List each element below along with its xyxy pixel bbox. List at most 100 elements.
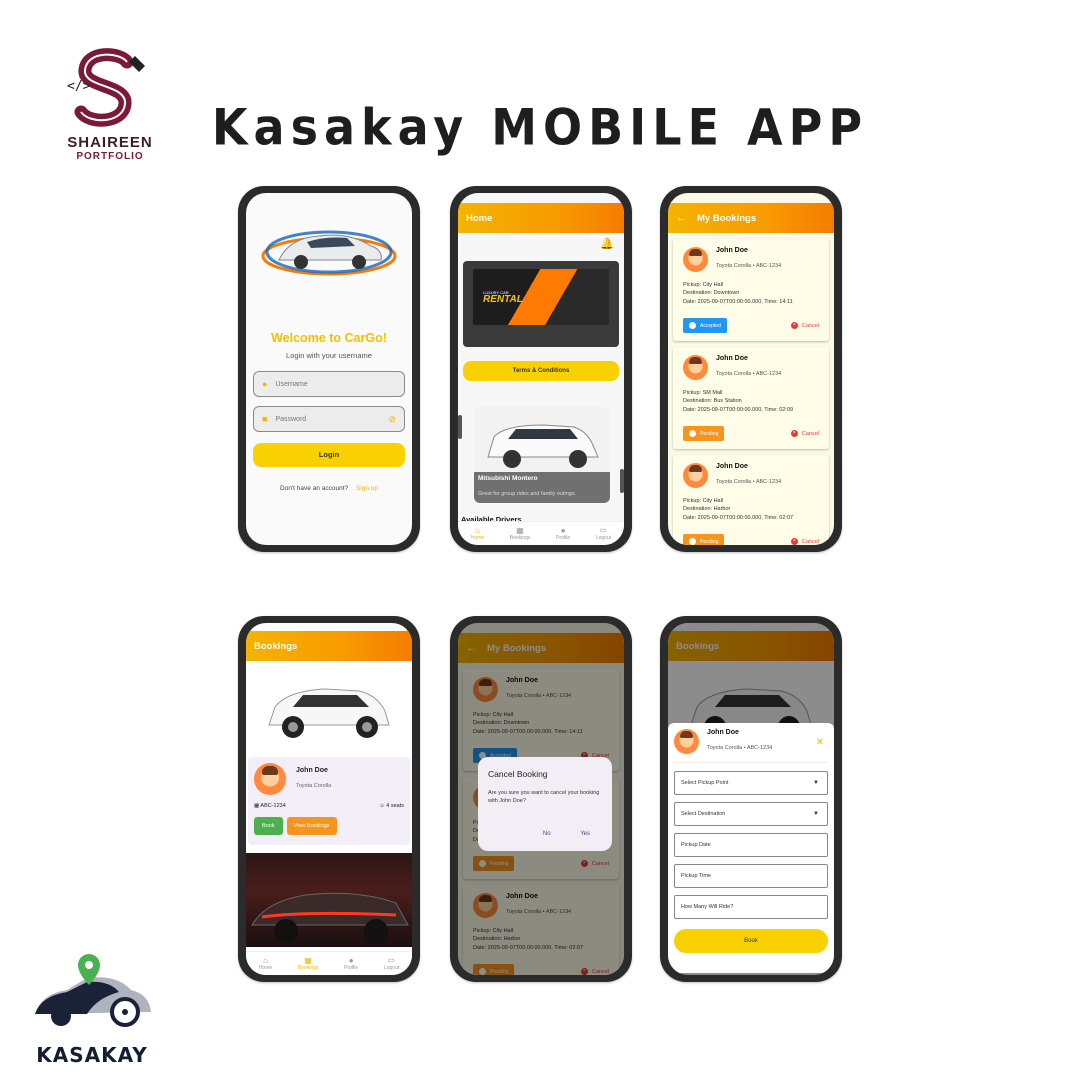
user-icon: ● xyxy=(262,379,268,389)
book-button[interactable]: Book xyxy=(254,817,283,835)
nav-bookings[interactable]: ▦ Bookings xyxy=(298,956,319,972)
nav-logout-label: Logout xyxy=(383,965,400,972)
nav-bookings-label: Bookings xyxy=(297,965,319,972)
cancel-label: Cancel xyxy=(801,538,819,545)
phone-my-bookings: ← My Bookings John Doe Toyota Corolla • A… xyxy=(660,186,842,552)
destination-select[interactable]: Select Destination ▼ xyxy=(674,802,828,826)
status-badge: Accepted xyxy=(683,318,727,333)
riders-label: How Many Will Ride? xyxy=(681,904,734,910)
bottom-nav: ⌂ Home ▦ Bookings ● Profile ⇰ Logout xyxy=(246,951,412,975)
chevron-down-icon: ▼ xyxy=(813,811,819,817)
nav-profile[interactable]: ● Profile xyxy=(556,526,570,542)
nav-logout[interactable]: ⇰ Logout xyxy=(384,956,399,972)
avatar xyxy=(683,247,708,272)
kasakay-logo: KASAKAY xyxy=(22,950,162,1067)
app-bar: Home xyxy=(458,203,624,233)
logout-icon: ⇰ xyxy=(388,955,395,965)
dialog-no-button[interactable]: No xyxy=(543,831,551,837)
car-info: Toyota Corolla • ABC-1234 xyxy=(707,745,773,751)
car-card[interactable]: Mitsubishi Montero Great for group rides… xyxy=(474,407,610,503)
nav-bookings-label: Bookings xyxy=(509,535,531,542)
driver-card: John Doe Toyota Corolla ▦ ABC-1234 ☺ 4 se… xyxy=(248,757,410,845)
pickup-date-label: Pickup Date xyxy=(681,842,711,848)
carousel-next-handle[interactable] xyxy=(620,469,624,493)
close-icon[interactable]: ✕ xyxy=(816,737,824,748)
status-label: Pending xyxy=(700,538,719,545)
nav-home[interactable]: ⌂ Home xyxy=(471,526,484,542)
promo-banner[interactable]: LUXURY CAR RENTAL xyxy=(463,261,619,347)
phone-booking-form: Bookings John Doe Toyota Corolla • ABC-12… xyxy=(660,616,842,982)
driver-name: John Doe xyxy=(716,463,748,470)
car-caption: Mitsubishi Montero Great for group rides… xyxy=(474,472,610,503)
nav-home[interactable]: ⌂ Home xyxy=(259,956,272,972)
no-account-text: Don't have an account? xyxy=(280,485,349,492)
phone-bookings: Bookings John Doe Toyota Corolla ▦ ABC-12… xyxy=(238,616,420,982)
back-arrow-icon[interactable]: ← xyxy=(676,212,687,224)
nav-profile[interactable]: ● Profile xyxy=(344,956,358,972)
cancel-booking-dialog: Cancel Booking Are you sure you want to … xyxy=(478,757,612,851)
avatar xyxy=(254,763,286,795)
booking-sheet: John Doe Toyota Corolla • ABC-1234 ✕ Sele… xyxy=(668,723,834,973)
cancel-button[interactable]: × Cancel xyxy=(790,322,819,329)
cancel-label: Cancel xyxy=(801,430,819,437)
signup-link[interactable]: Sign up xyxy=(356,485,378,492)
bell-icon[interactable]: 🔔 xyxy=(600,237,614,250)
car-info: Toyota Corolla • ABC-1234 xyxy=(716,371,782,377)
terms-button[interactable]: Terms & Conditions xyxy=(463,361,619,381)
dialog-yes-button[interactable]: Yes xyxy=(580,831,590,837)
booking-form-screen: Bookings John Doe Toyota Corolla • ABC-12… xyxy=(668,623,834,975)
booking-details: Pickup: City Hall Destination: Harbor Da… xyxy=(683,497,819,522)
promo-image: LUXURY CAR RENTAL xyxy=(473,269,609,325)
home-icon: ⌂ xyxy=(475,525,480,535)
view-bookings-button[interactable]: View Bookings xyxy=(286,817,337,835)
pickup-text: Pickup: City Hall xyxy=(683,282,724,288)
booking-details: Pickup: SM Mall Destination: Bus Station… xyxy=(683,389,819,414)
home-screen: Home 🔔 LUXURY CAR RENTAL Terms & Conditi… xyxy=(458,193,624,545)
nav-logout[interactable]: ⇰ Logout xyxy=(596,526,611,542)
svg-text:</>: </> xyxy=(67,79,91,94)
my-bookings-screen-dimmed: ← My Bookings John Doe Toyota Corolla • A… xyxy=(458,623,624,975)
avatar xyxy=(683,355,708,380)
visibility-off-icon[interactable]: ⊘ xyxy=(388,414,396,425)
person-icon: ● xyxy=(560,525,566,535)
app-bar: ← My Bookings xyxy=(668,203,834,233)
destination-label: Select Destination xyxy=(681,811,726,817)
logo-name: KASAKAY xyxy=(36,1043,148,1067)
avatar xyxy=(683,463,708,488)
pickup-time-field[interactable]: Pickup Time xyxy=(674,864,828,888)
status-label: Pending xyxy=(700,430,719,437)
status-badge: Pending xyxy=(683,534,725,545)
login-subtitle: Login with your username xyxy=(286,351,372,360)
avatar xyxy=(674,729,699,754)
welcome-title: Welcome to CarGo! xyxy=(271,331,387,345)
car-image xyxy=(246,853,412,947)
bookings-screen: Bookings John Doe Toyota Corolla ▦ ABC-12… xyxy=(246,623,412,975)
cancel-button[interactable]: × Cancel xyxy=(790,538,819,545)
pickup-date-field[interactable]: Pickup Date xyxy=(674,833,828,857)
riders-field[interactable]: How Many Will Ride? xyxy=(674,895,828,919)
book-submit-button[interactable]: Book xyxy=(674,929,828,953)
nav-bookings[interactable]: ▦ Bookings xyxy=(510,526,531,542)
pickup-point-select[interactable]: Select Pickup Point ▼ xyxy=(674,771,828,795)
car-location-logo-icon xyxy=(35,954,151,1027)
cancel-label: Cancel xyxy=(801,322,819,329)
carousel-prev-handle[interactable] xyxy=(458,415,462,439)
password-input[interactable]: ■ Password ⊘ xyxy=(253,406,405,432)
booking-details: Pickup: City Hall Destination: Downtown … xyxy=(683,281,819,306)
username-input[interactable]: ● Username xyxy=(253,371,405,397)
booking-card: John Doe Toyota Corolla • ABC-1234 Pickup… xyxy=(673,347,829,449)
booking-card: John Doe Toyota Corolla • ABC-1234 Pickup… xyxy=(673,455,829,545)
date-text: Date: 2025-09-07T00:00:00.000, Time: 02:… xyxy=(683,514,794,521)
driver-name: John Doe xyxy=(296,766,328,774)
app-bar-title: Bookings xyxy=(254,640,298,652)
login-screen: Welcome to CarGo! Login with your userna… xyxy=(246,193,412,545)
bookings-icon: ▦ xyxy=(304,955,312,965)
nav-profile-label: Profile xyxy=(344,965,359,972)
cancel-button[interactable]: × Cancel xyxy=(790,430,819,437)
cancel-icon: × xyxy=(790,538,798,545)
hourglass-icon xyxy=(689,538,696,545)
driver-name: John Doe xyxy=(716,247,748,254)
phone-cancel-dialog: ← My Bookings John Doe Toyota Corolla • A… xyxy=(450,616,632,982)
login-button[interactable]: Login xyxy=(253,443,405,467)
car-image xyxy=(246,661,412,757)
